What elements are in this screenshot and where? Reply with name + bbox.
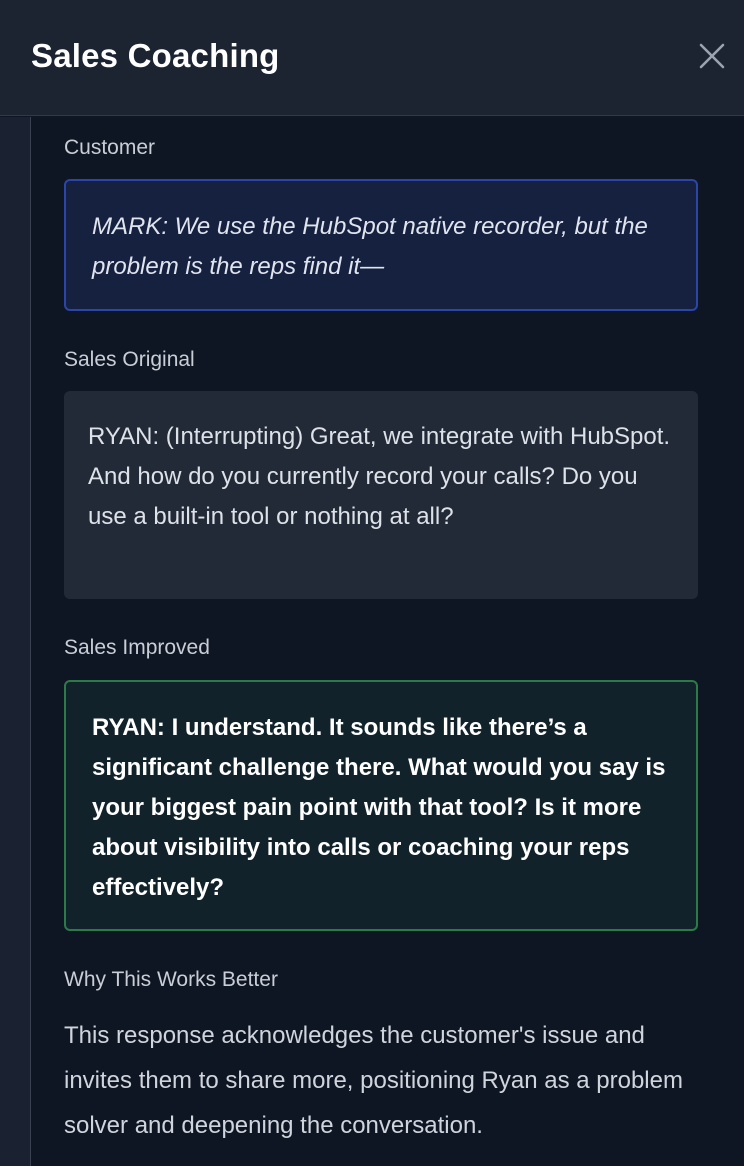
why-explanation: This response acknowledges the customer'… <box>64 1022 683 1139</box>
modal-title: Sales Coaching <box>31 37 280 74</box>
scroll-gutter <box>0 117 31 1166</box>
customer-quote-box: MARK: We use the HubSpot native recorder… <box>64 179 698 311</box>
sales-improved-label: Sales Improved <box>64 636 210 659</box>
sales-original-box: RYAN: (Interrupting) Great, we integrate… <box>64 391 698 599</box>
sales-original-label: Sales Original <box>64 348 195 371</box>
customer-label: Customer <box>64 136 156 159</box>
close-icon <box>699 43 725 69</box>
modal-header: Sales Coaching <box>0 0 744 116</box>
why-label: Why This Works Better <box>64 968 278 991</box>
close-button[interactable] <box>694 38 730 74</box>
sales-improved-box: RYAN: I understand. It sounds like there… <box>64 680 698 931</box>
